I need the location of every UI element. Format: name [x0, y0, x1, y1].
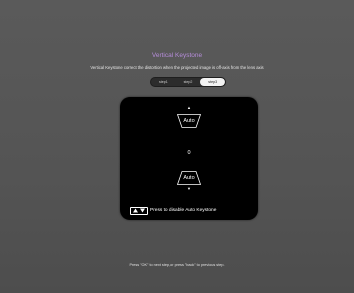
keystone-value: 0: [187, 150, 191, 156]
keystone-bottom-label: Auto: [183, 175, 195, 181]
keystone-top-button[interactable]: Auto: [177, 114, 201, 128]
step-indicator: step1 step2 step3: [150, 77, 226, 87]
up-down-keys-icon: [130, 206, 148, 215]
step-2: step2: [183, 80, 193, 84]
keystone-panel: ▲ Auto 0 Auto ▼ Press to disable Auto Ke…: [120, 97, 258, 220]
keystone-bottom-button[interactable]: Auto: [177, 171, 201, 185]
step-3: step3: [200, 78, 225, 86]
down-arrow-icon[interactable]: ▼: [120, 187, 258, 191]
hint-text: Press to disable Auto Keystone: [150, 208, 217, 213]
step-1: step1: [158, 80, 168, 84]
footer-instructions: Press "OK" to next step,or press "back" …: [129, 263, 225, 267]
keystone-top-label: Auto: [183, 118, 195, 124]
page-title: Vertical Keystone: [151, 52, 203, 59]
auto-keystone-hint: Press to disable Auto Keystone: [130, 206, 216, 215]
up-arrow-icon[interactable]: ▲: [120, 106, 258, 110]
screen: Vertical Keystone Vertical Keystone corr…: [0, 0, 354, 293]
page-subtitle: Vertical Keystone correct the distortion…: [90, 65, 264, 70]
